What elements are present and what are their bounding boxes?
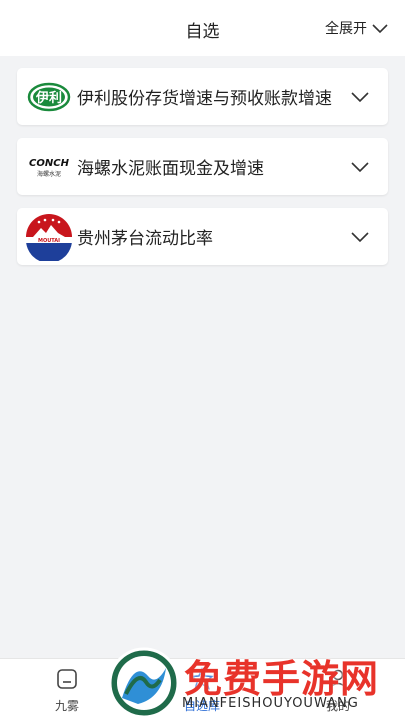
tab-label: 自选库 bbox=[183, 699, 220, 713]
bottom-tab-bar: 九雾 自选库 我的 bbox=[0, 658, 405, 720]
watchlist-item-name: 海螺水泥账面现金及增速 bbox=[77, 159, 264, 179]
tab-home[interactable]: 九雾 bbox=[37, 667, 97, 714]
watchlist-item-name: 伊利股份存货增速与预收账款增速 bbox=[77, 89, 332, 109]
expand-all-button[interactable]: 全展开 bbox=[325, 18, 389, 38]
tab-label: 我的 bbox=[325, 699, 350, 713]
svg-text:伊利: 伊利 bbox=[35, 90, 62, 106]
watchlist-item-conch[interactable]: CONCH 海螺水泥 海螺水泥账面现金及增速 bbox=[17, 138, 388, 195]
star-icon bbox=[189, 666, 215, 690]
watchlist-item-name: 贵州茅台流动比率 bbox=[77, 229, 213, 249]
tab-label: 九雾 bbox=[54, 699, 79, 713]
tab-watchlist[interactable]: 自选库 bbox=[172, 666, 232, 714]
watchlist-item-moutai[interactable]: MOUTAI 贵州茅台流动比率 bbox=[17, 208, 388, 265]
expand-all-label: 全展开 bbox=[325, 21, 367, 37]
svg-text:海螺水泥: 海螺水泥 bbox=[37, 170, 61, 178]
watchlist: 伊利 伊利股份存货增速与预收账款增速 CONCH 海螺水泥 海螺水泥账面现金及增… bbox=[17, 68, 388, 278]
home-icon bbox=[57, 669, 77, 689]
chevron-down-icon[interactable] bbox=[350, 231, 370, 243]
top-bar: 自选 全展开 bbox=[0, 0, 405, 56]
svg-text:MOUTAI: MOUTAI bbox=[38, 238, 60, 244]
conch-logo: CONCH 海螺水泥 bbox=[23, 143, 75, 191]
user-icon bbox=[328, 669, 348, 689]
moutai-logo: MOUTAI bbox=[23, 213, 75, 261]
chevron-down-icon[interactable] bbox=[350, 91, 370, 103]
watchlist-item-yili[interactable]: 伊利 伊利股份存货增速与预收账款增速 bbox=[17, 68, 388, 125]
svg-text:CONCH: CONCH bbox=[29, 158, 70, 169]
yili-logo: 伊利 bbox=[23, 73, 75, 121]
tab-profile[interactable]: 我的 bbox=[308, 667, 368, 714]
chevron-down-icon[interactable] bbox=[350, 161, 370, 173]
chevron-down-icon bbox=[372, 24, 388, 34]
